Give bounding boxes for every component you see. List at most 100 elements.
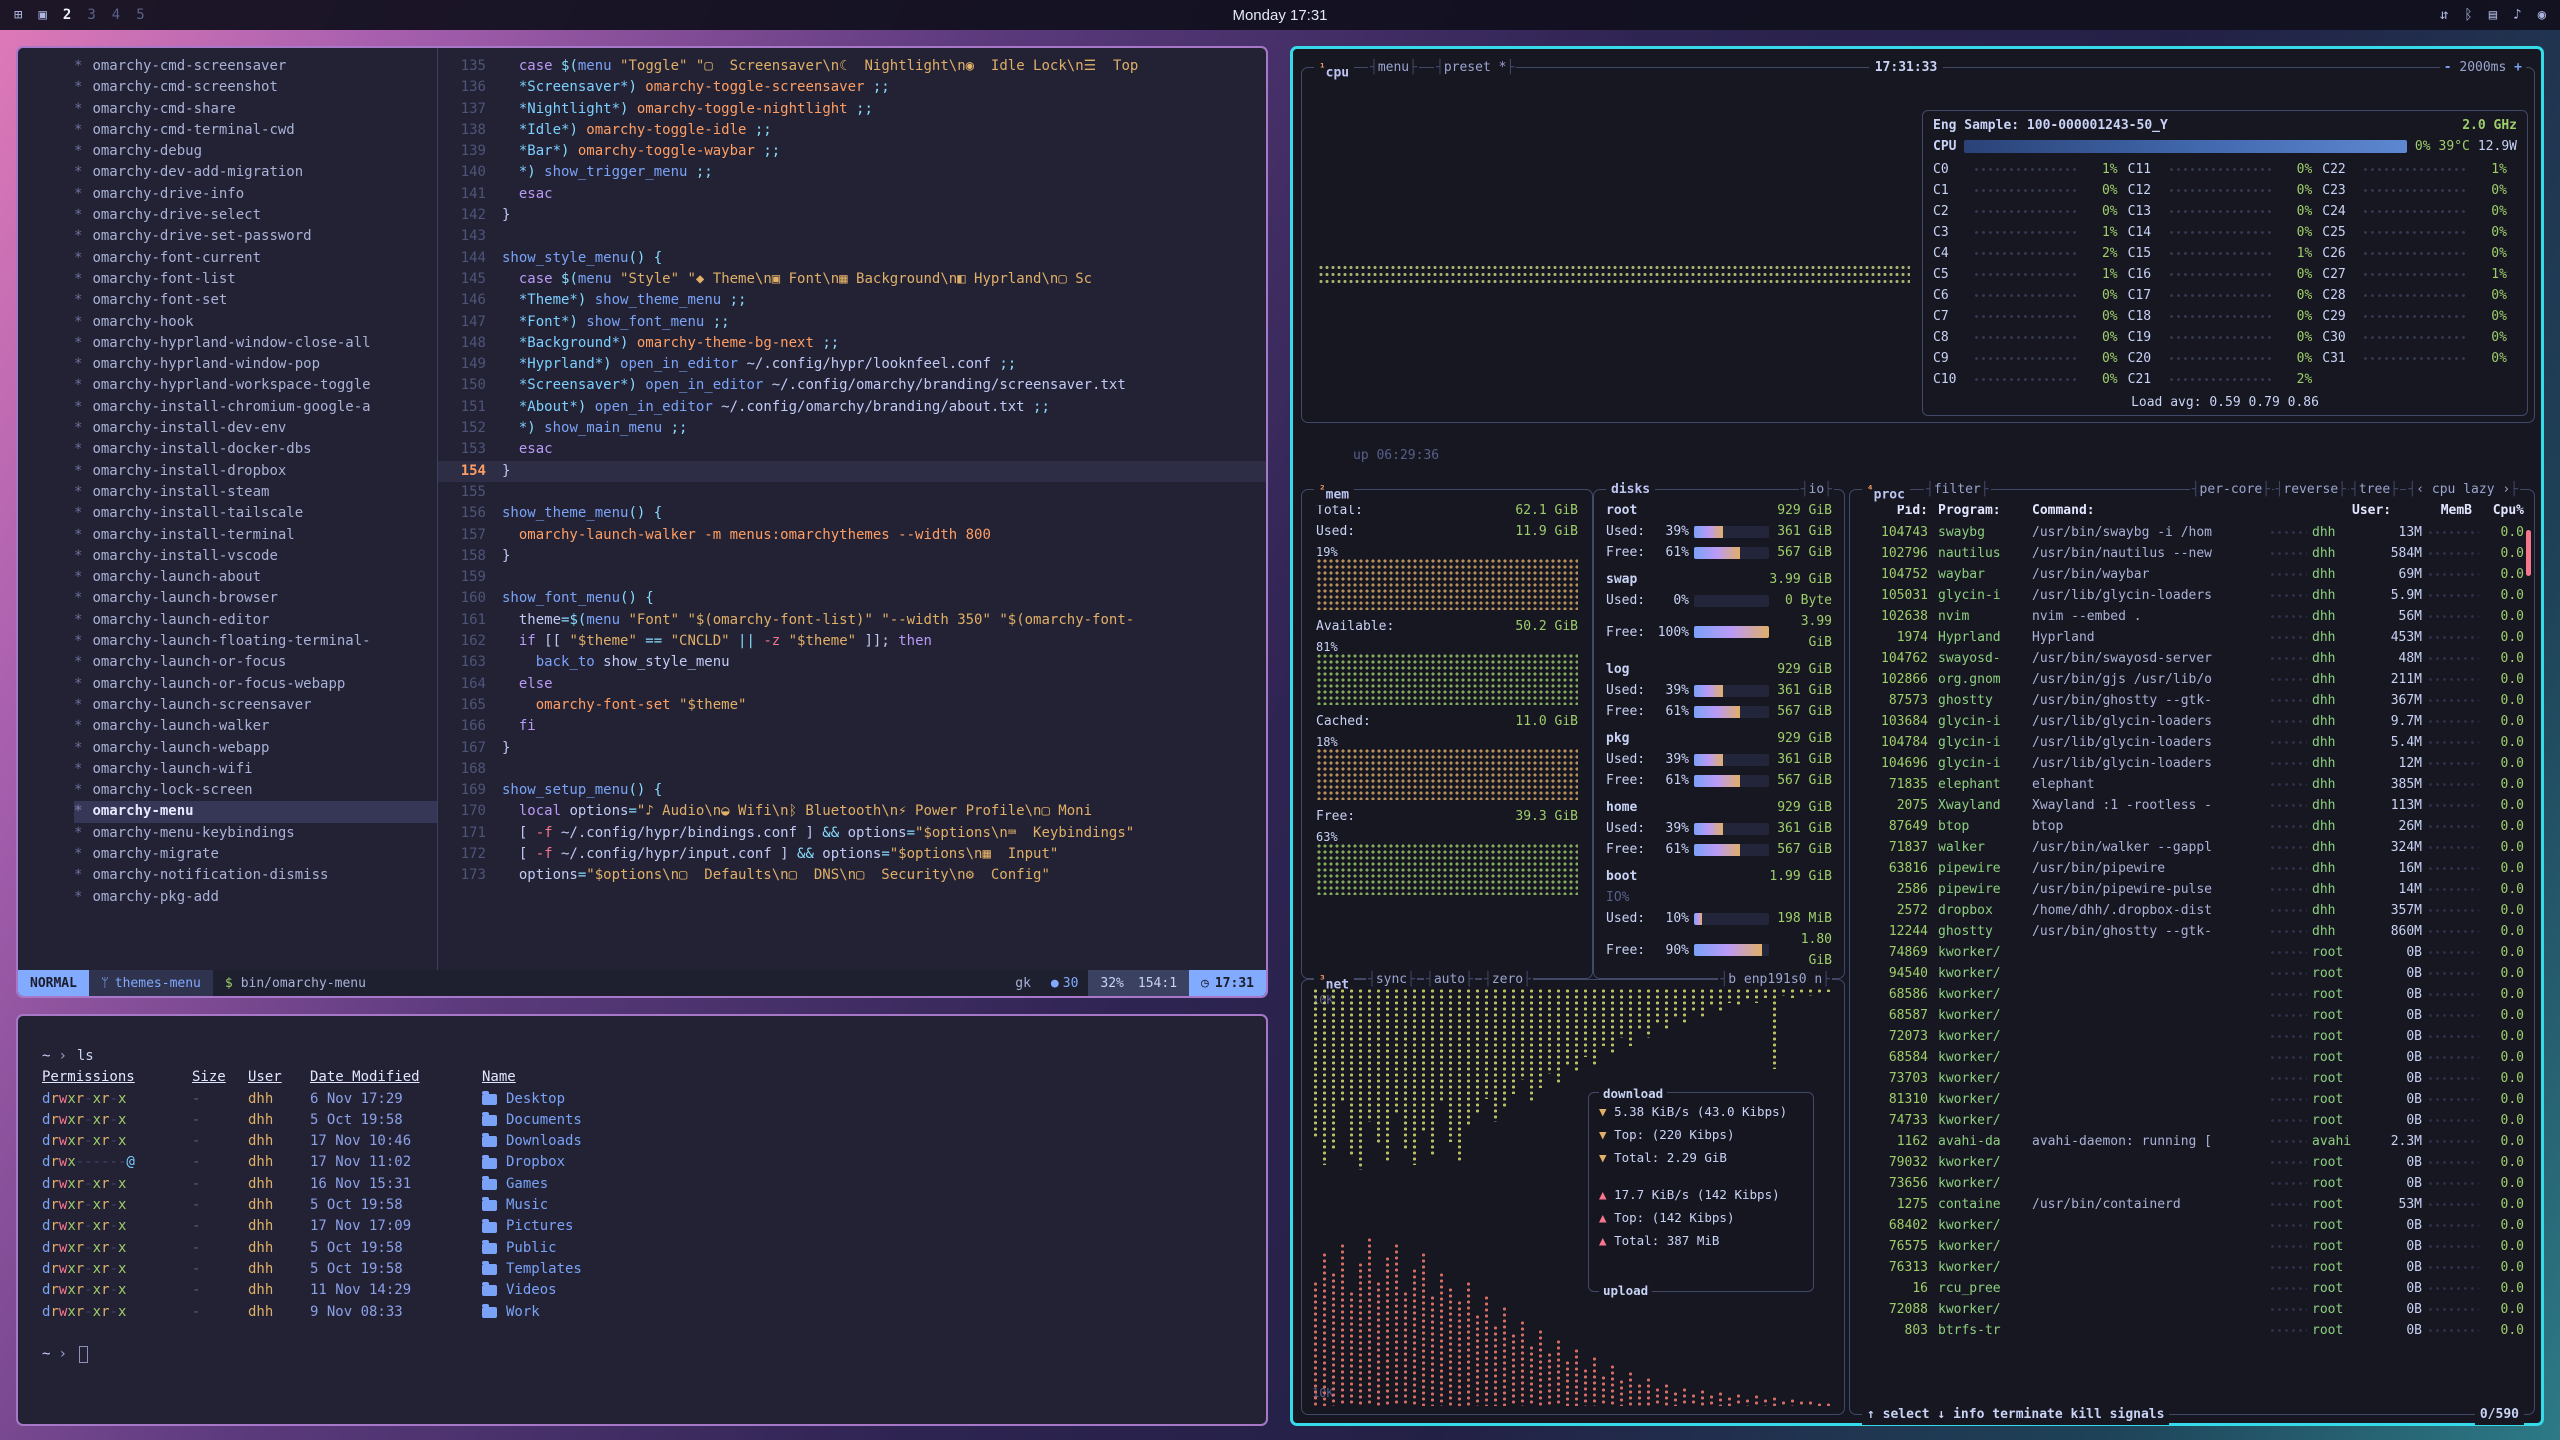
proc-scrollbar[interactable] xyxy=(2526,530,2531,576)
file-list-item[interactable]: *omarchy-hyprland-window-pop xyxy=(74,354,437,375)
proc-row[interactable]: 76575kworker/root0B0.0 xyxy=(1862,1236,2524,1257)
file-list-item[interactable]: *omarchy-install-dev-env xyxy=(74,418,437,439)
file-list-item[interactable]: *omarchy-cmd-share xyxy=(74,99,437,120)
net-sync-button[interactable]: sync xyxy=(1366,969,1417,990)
proc-row[interactable]: 103684glycin-i/usr/lib/glycin-loadersdhh… xyxy=(1862,711,2524,732)
ls-name[interactable]: Videos xyxy=(482,1280,1266,1301)
file-list-item[interactable]: *omarchy-launch-browser xyxy=(74,588,437,609)
file-list-item[interactable]: *omarchy-hyprland-window-close-all xyxy=(74,333,437,354)
code-line[interactable]: 153 esac xyxy=(438,439,1266,460)
code-line[interactable]: 148 *Background*) omarchy-theme-bg-next … xyxy=(438,333,1266,354)
file-list-item[interactable]: *omarchy-launch-webapp xyxy=(74,738,437,759)
file-list-item[interactable]: *omarchy-install-tailscale xyxy=(74,503,437,524)
file-list-item[interactable]: *omarchy-font-list xyxy=(74,269,437,290)
col-command[interactable]: Command: xyxy=(2028,500,2352,521)
interval-minus-button[interactable]: - xyxy=(2444,60,2460,75)
file-list-item[interactable]: *omarchy-launch-floating-terminal- xyxy=(74,631,437,652)
file-list-item[interactable]: *omarchy-launch-walker xyxy=(74,716,437,737)
code-line[interactable]: 149 *Hyprland*) open_in_editor ~/.config… xyxy=(438,354,1266,375)
code-line[interactable]: 136 *Screensaver*) omarchy-toggle-screen… xyxy=(438,77,1266,98)
proc-row[interactable]: 71837walker/usr/bin/walker --gappldhh324… xyxy=(1862,837,2524,858)
proc-row[interactable]: 105031glycin-i/usr/lib/glycin-loadersdhh… xyxy=(1862,585,2524,606)
file-list-item[interactable]: *omarchy-install-terminal xyxy=(74,525,437,546)
file-list-item[interactable]: *omarchy-install-vscode xyxy=(74,546,437,567)
reverse-button[interactable]: reverse xyxy=(2274,479,2348,500)
terminal-window[interactable]: ~ › ls PermissionsSizeUserDate ModifiedN… xyxy=(16,1014,1268,1426)
file-list-item[interactable]: *omarchy-install-dropbox xyxy=(74,461,437,482)
code-line[interactable]: 166 fi xyxy=(438,716,1266,737)
file-list-item[interactable]: *omarchy-dev-add-migration xyxy=(74,162,437,183)
proc-row[interactable]: 87649btopbtopdhh26M0.0 xyxy=(1862,816,2524,837)
file-list-item[interactable]: *omarchy-launch-or-focus-webapp xyxy=(74,674,437,695)
file-list-item[interactable]: *omarchy-font-current xyxy=(74,248,437,269)
file-list-item[interactable]: *omarchy-cmd-screenshot xyxy=(74,77,437,98)
proc-row[interactable]: 79032kworker/root0B0.0 xyxy=(1862,1152,2524,1173)
file-list-item[interactable]: *omarchy-drive-select xyxy=(74,205,437,226)
ls-name[interactable]: Documents xyxy=(482,1110,1266,1131)
proc-row[interactable]: 63816pipewire/usr/bin/pipewiredhh16M0.0 xyxy=(1862,858,2524,879)
ls-name[interactable]: Downloads xyxy=(482,1131,1266,1152)
code-line[interactable]: 168 xyxy=(438,759,1266,780)
file-list-item[interactable]: *omarchy-install-docker-dbs xyxy=(74,439,437,460)
footer-key[interactable]: kill xyxy=(2071,1407,2102,1422)
proc-row[interactable]: 104784glycin-i/usr/lib/glycin-loadersdhh… xyxy=(1862,732,2524,753)
footer-key[interactable]: signals xyxy=(2110,1407,2165,1422)
proc-row[interactable]: 81310kworker/root0B0.0 xyxy=(1862,1089,2524,1110)
ls-name[interactable]: Work xyxy=(482,1302,1266,1323)
code-line[interactable]: 165 omarchy-font-set "$theme" xyxy=(438,695,1266,716)
code-pane[interactable]: 135 case $(menu "Toggle" "▢ Screensaver\… xyxy=(438,48,1266,970)
code-line[interactable]: 137 *Nightlight*) omarchy-toggle-nightli… xyxy=(438,99,1266,120)
proc-row[interactable]: 2572dropbox/home/dhh/.dropbox-distdhh357… xyxy=(1862,900,2524,921)
code-line[interactable]: 145 case $(menu "Style" "◆ Theme\n▣ Font… xyxy=(438,269,1266,290)
file-list-item[interactable]: *omarchy-launch-or-focus xyxy=(74,652,437,673)
proc-row[interactable]: 16rcu_preeroot0B0.0 xyxy=(1862,1278,2524,1299)
code-line[interactable]: 156show_theme_menu() { xyxy=(438,503,1266,524)
file-list-item[interactable]: *omarchy-migrate xyxy=(74,844,437,865)
proc-row[interactable]: 104696glycin-i/usr/lib/glycin-loadersdhh… xyxy=(1862,753,2524,774)
proc-row[interactable]: 102638nvimnvim --embed .dhh56M0.0 xyxy=(1862,606,2524,627)
col-cpu[interactable]: Cpu% xyxy=(2472,500,2524,521)
proc-row[interactable]: 74869kworker/root0B0.0 xyxy=(1862,942,2524,963)
file-list-item[interactable]: *omarchy-cmd-screensaver xyxy=(74,56,437,77)
col-user[interactable]: User: xyxy=(2352,500,2416,521)
interval-plus-button[interactable]: + xyxy=(2506,60,2522,75)
code-line[interactable]: 140 *) show_trigger_menu ;; xyxy=(438,162,1266,183)
sort-selector[interactable]: ‹ cpu lazy › xyxy=(2406,479,2520,500)
proc-row[interactable]: 87573ghostty/usr/bin/ghostty --gtk-dhh36… xyxy=(1862,690,2524,711)
menu-button[interactable]: menu xyxy=(1368,57,1419,78)
code-line[interactable]: 150 *Screensaver*) open_in_editor ~/.con… xyxy=(438,375,1266,396)
proc-row[interactable]: 94540kworker/root0B0.0 xyxy=(1862,963,2524,984)
proc-row[interactable]: 12244ghostty/usr/bin/ghostty --gtk-dhh86… xyxy=(1862,921,2524,942)
code-line[interactable]: 162 if [[ "$theme" == "CNCLD" || -z "$th… xyxy=(438,631,1266,652)
ls-name[interactable]: Desktop xyxy=(482,1089,1266,1110)
footer-key[interactable]: terminate xyxy=(1992,1407,2062,1422)
proc-row[interactable]: 68584kworker/root0B0.0 xyxy=(1862,1047,2524,1068)
code-line[interactable]: 172 [ -f ~/.config/hypr/input.conf ] && … xyxy=(438,844,1266,865)
proc-row[interactable]: 2075XwaylandXwayland :1 -rootless -dhh11… xyxy=(1862,795,2524,816)
code-line[interactable]: 154} xyxy=(438,461,1266,482)
file-list-item[interactable]: *omarchy-notification-dismiss xyxy=(74,865,437,886)
code-line[interactable]: 144show_style_menu() { xyxy=(438,248,1266,269)
file-list-item[interactable]: *omarchy-install-chromium-google-a xyxy=(74,397,437,418)
ls-name[interactable]: Pictures xyxy=(482,1216,1266,1237)
code-line[interactable]: 141 esac xyxy=(438,184,1266,205)
code-line[interactable]: 171 [ -f ~/.config/hypr/bindings.conf ] … xyxy=(438,823,1266,844)
footer-key[interactable]: info xyxy=(1953,1407,1984,1422)
code-line[interactable]: 169show_setup_menu() { xyxy=(438,780,1266,801)
proc-row[interactable]: 102796nautilus/usr/bin/nautilus --newdhh… xyxy=(1862,543,2524,564)
ls-name[interactable]: Dropbox xyxy=(482,1152,1266,1173)
proc-row[interactable]: 73703kworker/root0B0.0 xyxy=(1862,1068,2524,1089)
file-list-item[interactable]: *omarchy-lock-screen xyxy=(74,780,437,801)
col-mem[interactable]: MemB xyxy=(2416,500,2472,521)
code-line[interactable]: 163 back_to show_style_menu xyxy=(438,652,1266,673)
code-line[interactable]: 161 theme=$(menu "Font" "$(omarchy-font-… xyxy=(438,610,1266,631)
code-line[interactable]: 159 xyxy=(438,567,1266,588)
code-line[interactable]: 164 else xyxy=(438,674,1266,695)
per-core-button[interactable]: per-core xyxy=(2190,479,2272,500)
workspace-4[interactable]: 4 xyxy=(112,7,120,23)
proc-row[interactable]: 72073kworker/root0B0.0 xyxy=(1862,1026,2524,1047)
shell-prompt[interactable]: ~ › xyxy=(42,1344,1266,1365)
file-list-item[interactable]: *omarchy-drive-set-password xyxy=(74,226,437,247)
proc-row[interactable]: 102866org.gnom/usr/bin/gjs /usr/lib/odhh… xyxy=(1862,669,2524,690)
proc-row[interactable]: 71835elephantelephantdhh385M0.0 xyxy=(1862,774,2524,795)
